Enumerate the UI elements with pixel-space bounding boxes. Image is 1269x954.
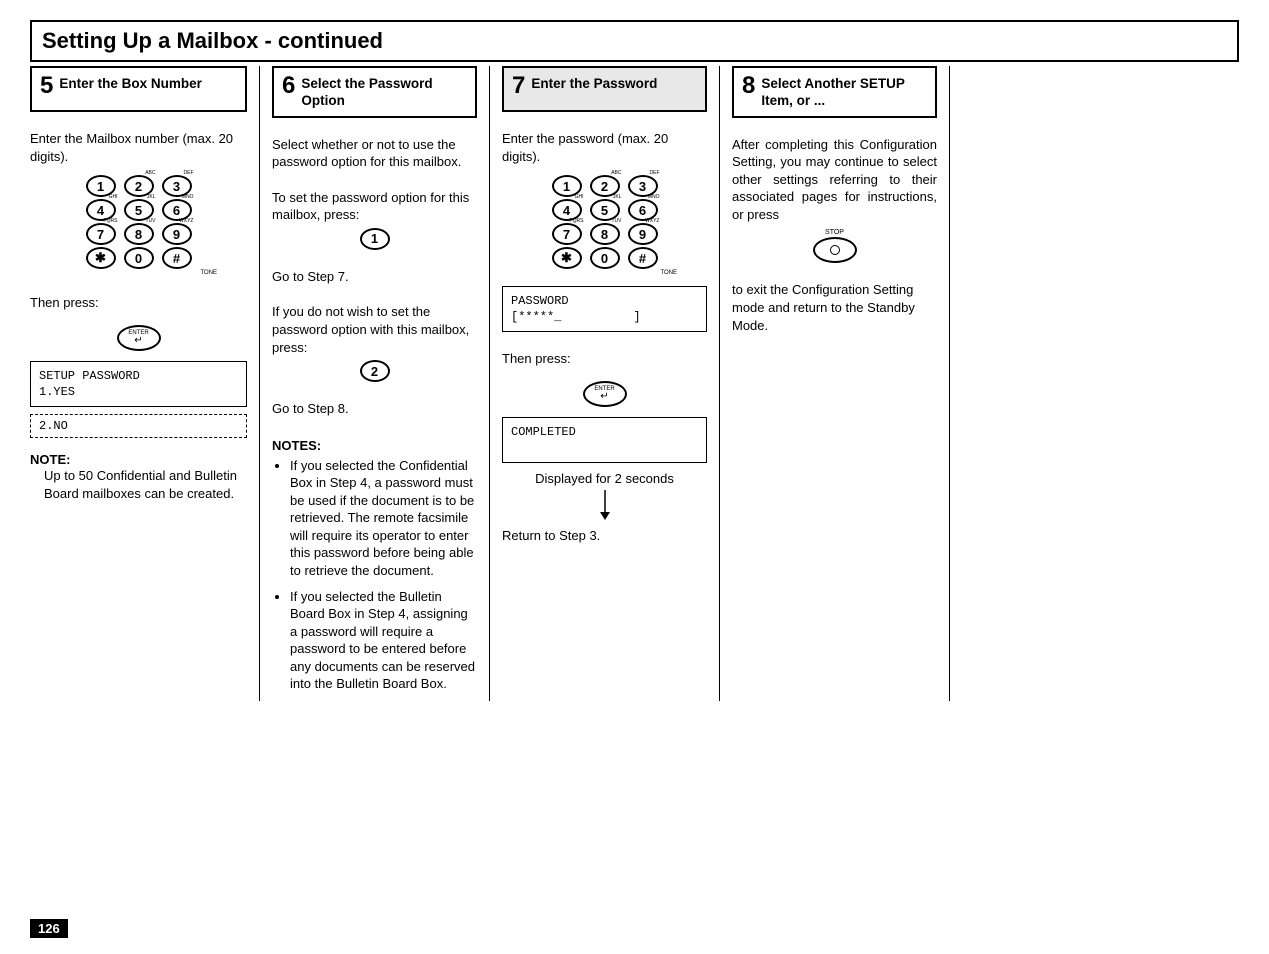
step-6-p1: Select whether or not to use the passwor… — [272, 136, 477, 171]
step-5-then-press: Then press: — [30, 294, 247, 312]
step-8-p2: to exit the Configuration Setting mode a… — [732, 281, 937, 334]
step-6-goto8: Go to Step 8. — [272, 400, 477, 418]
step-7-p1: Enter the password (max. 20 digits). — [502, 130, 707, 165]
enter-button-icon: ENTER ↵ — [117, 325, 161, 351]
step-5: 5 Enter the Box Number Enter the Mailbox… — [30, 66, 260, 701]
key-0: 0 — [124, 247, 154, 269]
step-6-p2: To set the password option for this mail… — [272, 189, 477, 224]
keypad-step5: 1 2ABC 3DEF 4GHI 5JKL 6MNO 7PQRS 8TUV 9W… — [30, 175, 247, 276]
stop-inner-icon — [830, 245, 840, 255]
step-6-p3: If you do not wish to set the password o… — [272, 303, 477, 356]
step-8-p1: After completing this Configuration Sett… — [732, 136, 937, 224]
displayed-2-seconds: Displayed for 2 seconds — [502, 471, 707, 486]
tone-label: TONE — [30, 270, 247, 276]
page-number: 126 — [30, 919, 68, 938]
step-7-title: Enter the Password — [531, 74, 657, 93]
key-9: 9WXYZ — [162, 223, 192, 245]
lcd-password: PASSWORD [*****_ ] — [502, 286, 707, 332]
step-7-then-press: Then press: — [502, 350, 707, 368]
page-title: Setting Up a Mailbox - continued — [30, 20, 1239, 62]
step-6: 6 Select the Password Option Select whet… — [260, 66, 490, 701]
steps-row: 5 Enter the Box Number Enter the Mailbox… — [30, 66, 1239, 701]
step-5-number: 5 — [40, 74, 53, 98]
step-6-header: 6 Select the Password Option — [272, 66, 477, 118]
stop-button-icon — [813, 237, 857, 263]
key-7: 7PQRS — [552, 223, 582, 245]
lcd-completed: COMPLETED — [502, 417, 707, 463]
key-8: 8TUV — [124, 223, 154, 245]
enter-button-icon: ENTER ↵ — [583, 381, 627, 407]
lcd-option-no: 2.NO — [30, 414, 247, 438]
step-5-title: Enter the Box Number — [59, 74, 202, 93]
step-8-header: 8 Select Another SETUP Item, or ... — [732, 66, 937, 118]
note-item: If you selected the Confidential Box in … — [290, 457, 477, 580]
key-2-single: 2 — [360, 360, 390, 382]
step-6-goto7: Go to Step 7. — [272, 268, 477, 286]
step-8-title: Select Another SETUP Item, or ... — [761, 74, 927, 110]
notes-heading: NOTES: — [272, 438, 477, 453]
key-star: ✱ — [86, 247, 116, 269]
step-8-number: 8 — [742, 74, 755, 98]
key-1-single: 1 — [360, 228, 390, 250]
key-9: 9WXYZ — [628, 223, 658, 245]
return-step3: Return to Step 3. — [502, 527, 707, 545]
note-body: Up to 50 Confidential and Bulletin Board… — [30, 467, 247, 502]
step-7: 7 Enter the Password Enter the password … — [490, 66, 720, 701]
step-6-title: Select the Password Option — [301, 74, 467, 110]
step-7-header: 7 Enter the Password — [502, 66, 707, 112]
tone-label: TONE — [502, 270, 707, 276]
enter-arrow-icon: ↵ — [600, 392, 608, 402]
arrow-down-icon — [502, 490, 707, 523]
enter-arrow-icon: ↵ — [134, 336, 142, 346]
step-6-number: 6 — [282, 74, 295, 98]
step-8: 8 Select Another SETUP Item, or ... Afte… — [720, 66, 950, 701]
key-hash: # — [628, 247, 658, 269]
key-7: 7PQRS — [86, 223, 116, 245]
key-8: 8TUV — [590, 223, 620, 245]
lcd-setup-password: SETUP PASSWORD 1.YES — [30, 361, 247, 407]
note-item: If you selected the Bulletin Board Box i… — [290, 588, 477, 693]
stop-label: STOP — [732, 229, 937, 236]
key-hash: # — [162, 247, 192, 269]
notes-list: If you selected the Confidential Box in … — [272, 457, 477, 693]
key-0: 0 — [590, 247, 620, 269]
note-heading: NOTE: — [30, 452, 247, 467]
key-star: ✱ — [552, 247, 582, 269]
step-5-header: 5 Enter the Box Number — [30, 66, 247, 112]
step-7-number: 7 — [512, 74, 525, 98]
keypad-step7: 1 2ABC 3DEF 4GHI 5JKL 6MNO 7PQRS 8TUV 9W… — [502, 175, 707, 276]
step-5-p1: Enter the Mailbox number (max. 20 digits… — [30, 130, 247, 165]
